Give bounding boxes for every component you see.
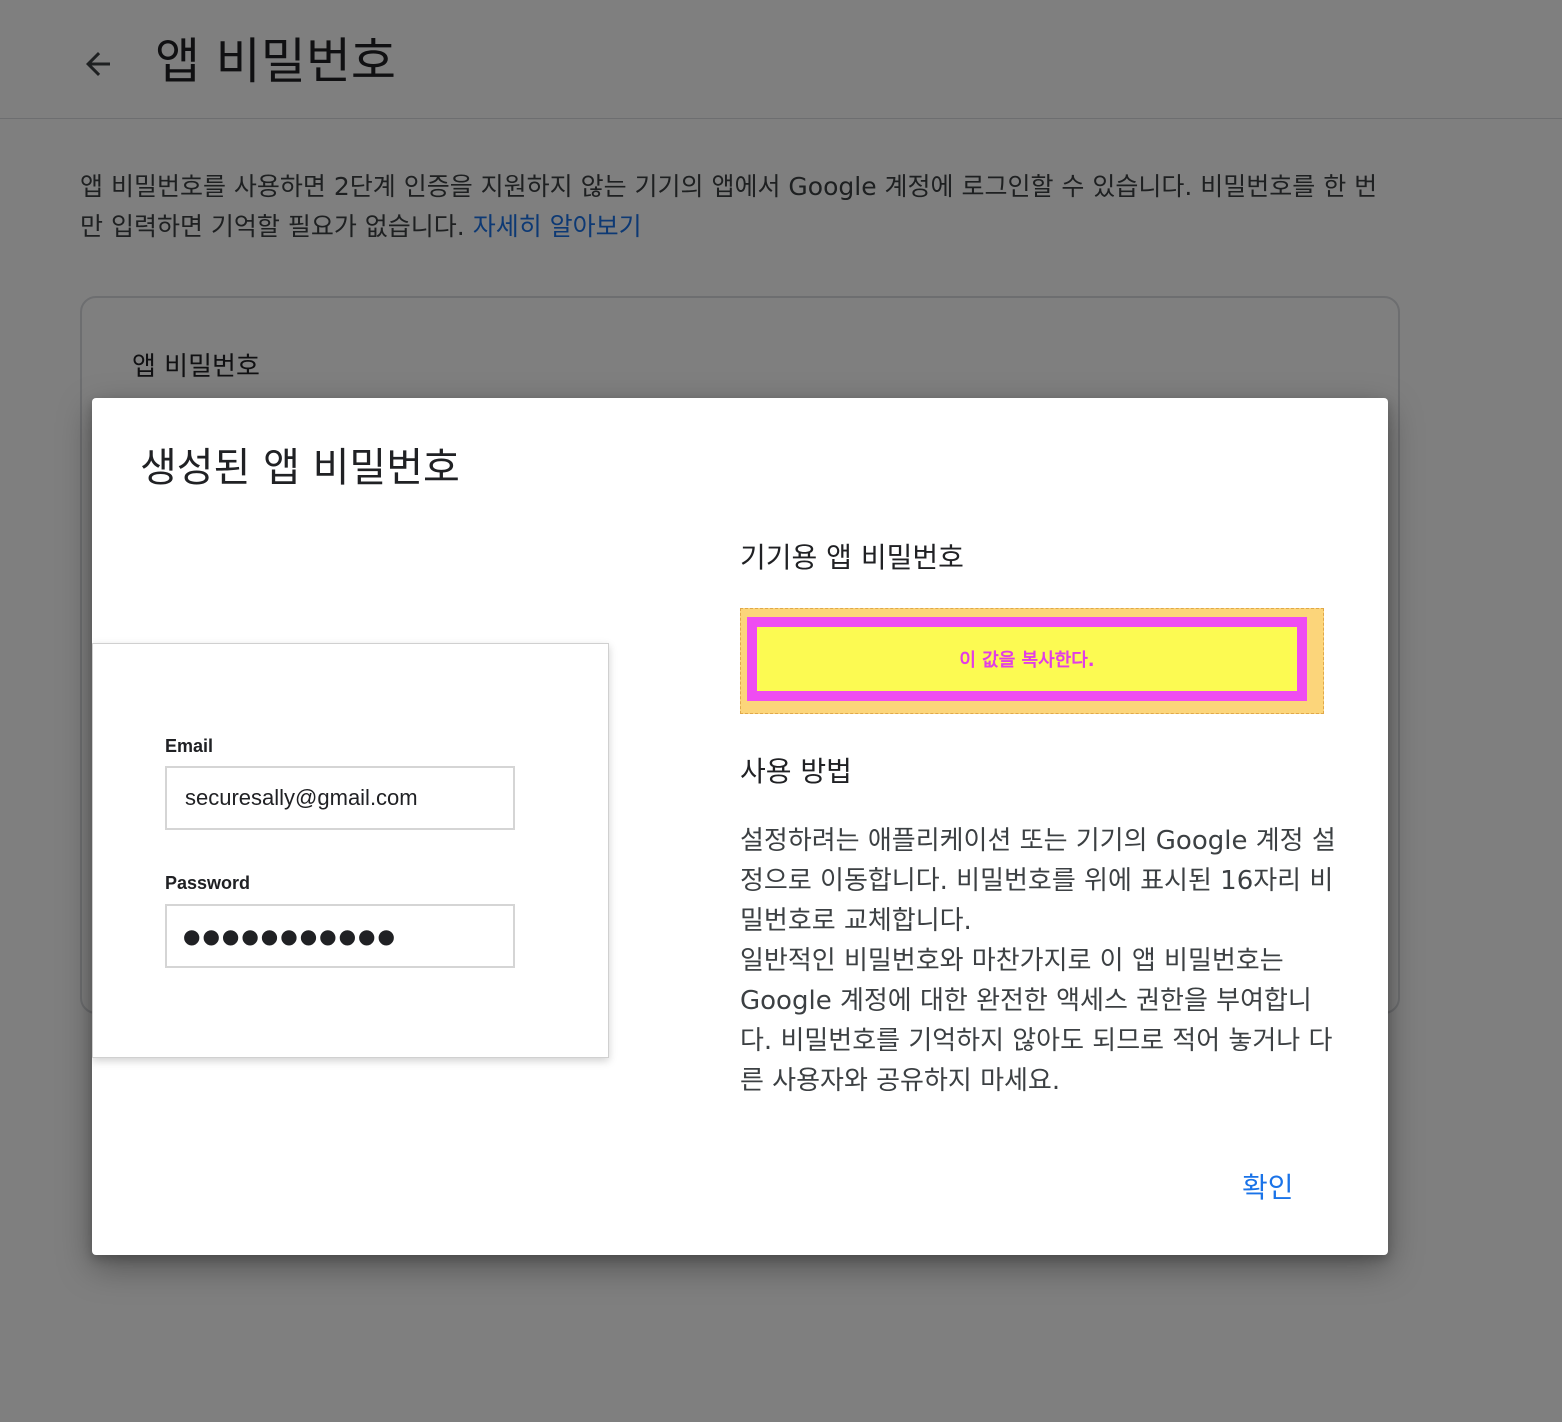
email-value: securesally@gmail.com (185, 785, 418, 810)
password-highlight-frame: 이 값을 복사한다. (740, 608, 1324, 714)
password-label: Password (165, 873, 251, 893)
usage-heading: 사용 방법 (740, 755, 852, 788)
dialog-title: 생성된 앱 비밀번호 (140, 445, 460, 491)
signin-illustration: Email securesally@gmail.com Password ●●●… (92, 643, 609, 1058)
confirm-button[interactable]: 확인 (1232, 1158, 1304, 1214)
email-field: securesally@gmail.com (165, 766, 515, 830)
generated-password-dialog: 생성된 앱 비밀번호 Email securesally@gmail.com P… (92, 398, 1388, 1255)
password-mask: ●●●●●●●●●●● (183, 924, 397, 948)
password-field: ●●●●●●●●●●● (165, 904, 515, 968)
email-label: Email (165, 736, 214, 756)
generated-password-box[interactable]: 이 값을 복사한다. (747, 617, 1307, 701)
device-password-heading: 기기용 앱 비밀번호 (740, 541, 964, 574)
generated-password-text: 이 값을 복사한다. (959, 650, 1095, 671)
usage-paragraph-1: 설정하려는 애플리케이션 또는 기기의 Google 계정 설정으로 이동합니다… (740, 826, 1336, 936)
usage-paragraph-2: 일반적인 비밀번호와 마찬가지로 이 앱 비밀번호는 Google 계정에 대한… (740, 946, 1333, 1096)
usage-text: 설정하려는 애플리케이션 또는 기기의 Google 계정 설정으로 이동합니다… (740, 821, 1336, 1101)
